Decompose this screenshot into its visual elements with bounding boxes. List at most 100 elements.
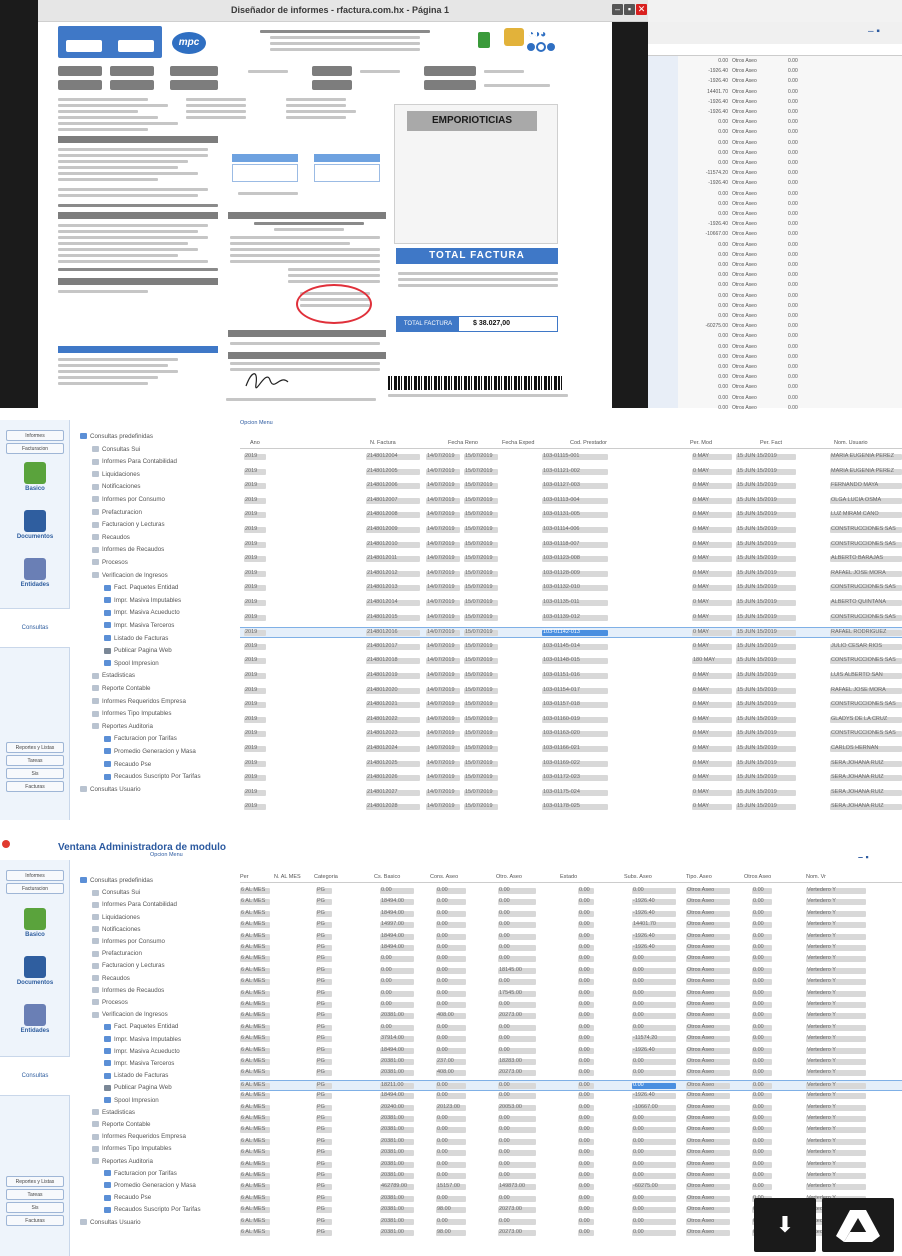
tree-item[interactable]: Facturacion y Lecturas — [92, 961, 165, 970]
tree-item[interactable]: Prefacturacion — [92, 508, 142, 517]
tree-item[interactable]: Verificacion de Ingresos — [92, 1010, 168, 1019]
sidebar-button[interactable]: Sis — [6, 1202, 64, 1213]
column-header[interactable]: N. Factura — [370, 440, 396, 446]
tree-item[interactable]: Spool Impresion — [104, 1096, 159, 1105]
tree-item[interactable]: Impr. Masiva Terceros — [104, 621, 174, 630]
table-row[interactable]: 6 AL MES PG 20381.00 0.00 0.00 0.00 0.00 Otros … — [240, 1137, 902, 1148]
tree-item[interactable]: Notificaciones — [92, 925, 141, 934]
tree-item[interactable]: Recaudos — [92, 974, 130, 983]
table-row[interactable]: 6 AL MES PG 14997.00 0.00 0.00 0.00 14401.70 Ot… — [240, 920, 902, 931]
table-row[interactable]: 6 AL MES PG 20381.00 408.00 20273.00 0.00 0.00… — [240, 1068, 902, 1079]
sidebar-button[interactable]: Sis — [6, 768, 64, 779]
tree-item[interactable]: Reportes Auditoria — [92, 722, 153, 731]
tree-item[interactable]: Informes Tipo Imputables — [92, 1144, 171, 1153]
table-row[interactable]: 6 AL MES PG 18494.00 0.00 0.00 0.00 -1926.40 Ot… — [240, 943, 902, 954]
table-row[interactable]: 2019 2148012008 14/07/2019 15/07/2019 103-01… — [240, 510, 902, 521]
table-row[interactable]: 2019 2148012018 14/07/2019 15/07/2019 103-01… — [240, 656, 902, 667]
tree-item[interactable]: Consultas Sui — [92, 888, 140, 897]
table-row[interactable]: 6 AL MES PG 20240.00 20123.00 20053.00 0.00 -1… — [240, 1103, 902, 1114]
column-header[interactable]: Categoria — [314, 874, 338, 880]
tree-item[interactable]: Publicar Pagina Web — [104, 1083, 172, 1092]
table-row[interactable]: 2019 2148012016 14/07/2019 15/07/2019 103-01… — [240, 627, 902, 639]
table-row[interactable]: 2019 2148012027 14/07/2019 15/07/2019 103-01… — [240, 788, 902, 799]
window-controls[interactable]: – ▪ — [858, 852, 869, 862]
table-row[interactable]: 2019 2148012020 14/07/2019 15/07/2019 103-01… — [240, 686, 902, 697]
tree-item[interactable]: Procesos — [92, 558, 128, 567]
table-row[interactable]: 6 AL MES PG 18494.00 0.00 0.00 0.00 -1926.40 Ot… — [240, 1091, 902, 1102]
tree-item[interactable]: Informes Requeridos Empresa — [92, 1132, 186, 1141]
column-header[interactable]: Estado — [560, 874, 577, 880]
sidebar-active-section[interactable]: Consultas — [0, 608, 70, 648]
tree-item[interactable]: Impr. Masiva Acueducto — [104, 1047, 180, 1056]
tree-item[interactable]: Publicar Pagina Web — [104, 646, 172, 655]
table-row[interactable]: 2019 2148012015 14/07/2019 15/07/2019 103-01… — [240, 613, 902, 624]
sidebar-active-section[interactable]: Consultas — [0, 1056, 70, 1096]
table-row[interactable]: 6 AL MES PG 0.00 0.00 0.00 0.00 0.00 Otros Aseo… — [240, 1023, 902, 1034]
table-row[interactable]: 6 AL MES PG 20381.00 0.00 0.00 0.00 0.00 Otros … — [240, 1171, 902, 1182]
sidebar-button[interactable]: Facturas — [6, 781, 64, 792]
tree-item[interactable]: Recaudos — [92, 533, 130, 542]
tree-item[interactable]: Estadisticas — [92, 671, 135, 680]
tree-item[interactable]: Impr. Masiva Terceros — [104, 1059, 174, 1068]
table-row[interactable]: 6 AL MES PG 20381.00 408.00 20273.00 0.00 0.00… — [240, 1011, 902, 1022]
sidebar-button[interactable]: Facturacion — [6, 883, 64, 894]
tree-item[interactable]: Informes Para Contabilidad — [92, 900, 177, 909]
menu-option-label[interactable]: Opcion Menu — [150, 852, 183, 858]
drive-button[interactable] — [822, 1198, 894, 1252]
table-row[interactable]: 2019 2148012024 14/07/2019 15/07/2019 103-01… — [240, 744, 902, 755]
sidebar-button[interactable]: Tareas — [6, 1189, 64, 1200]
table-row[interactable]: 2019 2148012023 14/07/2019 15/07/2019 103-01… — [240, 729, 902, 740]
column-header[interactable]: Otro. Aseo — [496, 874, 522, 880]
sidebar-button[interactable]: Informes — [6, 870, 64, 881]
tree-item[interactable]: Verificacion de Ingresos — [92, 571, 168, 580]
table-row[interactable]: 6 AL MES PG 20381.00 0.00 0.00 0.00 0.00 Otros … — [240, 1114, 902, 1125]
tree-item[interactable]: Listado de Facturas — [104, 1071, 168, 1080]
column-header[interactable]: Fecha Reno — [448, 440, 478, 446]
tree-item[interactable]: Consultas Usuario — [80, 1218, 141, 1227]
column-header[interactable]: Cs. Basico — [374, 874, 400, 880]
table-row[interactable]: 6 AL MES PG 20381.00 237.00 18283.00 0.00 0.00… — [240, 1057, 902, 1068]
tree-item[interactable]: Notificaciones — [92, 482, 141, 491]
sidebar-nav-item[interactable]: Documentos — [8, 954, 62, 1000]
tree-item[interactable]: Spool Impresion — [104, 659, 159, 668]
tree-item[interactable]: Facturacion por Tarifas — [104, 734, 177, 743]
sidebar-button[interactable]: Reportes y Listas — [6, 742, 64, 753]
tree-item[interactable]: Consultas predefinidas — [80, 876, 153, 885]
table-row[interactable]: 2019 2148012004 14/07/2019 15/07/2019 103-01… — [240, 452, 902, 463]
column-header[interactable]: Subs. Aseo — [624, 874, 652, 880]
sidebar-button[interactable]: Reportes y Listas — [6, 1176, 64, 1187]
tree-item[interactable]: Fact. Paquetes Entidad — [104, 1022, 178, 1031]
menu-option-label[interactable]: Opcion Menu — [240, 420, 273, 426]
tree-item[interactable]: Procesos — [92, 998, 128, 1007]
column-header[interactable]: Otros Aseo — [744, 874, 771, 880]
column-header[interactable]: Per — [240, 874, 249, 880]
column-header[interactable]: Nom. Usuario — [834, 440, 868, 446]
table-row[interactable]: 2019 2148012009 14/07/2019 15/07/2019 103-01… — [240, 525, 902, 536]
column-header[interactable]: Nom. Vr — [806, 874, 826, 880]
table-row[interactable]: 6 AL MES PG 0.00 0.00 17545.00 0.00 0.00 Otros … — [240, 989, 902, 1000]
table-row[interactable]: 6 AL MES PG 18494.00 0.00 0.00 0.00 -1926.40 Ot… — [240, 1046, 902, 1057]
table-row[interactable]: 6 AL MES PG 20381.00 0.00 0.00 0.00 0.00 Otros … — [240, 1160, 902, 1171]
table-row[interactable]: 2019 2148012007 14/07/2019 15/07/2019 103-01… — [240, 496, 902, 507]
sidebar-button[interactable]: Facturacion — [6, 443, 64, 454]
table-row[interactable]: 6 AL MES PG 462789.00 15157.00 149873.00 0.00… — [240, 1182, 902, 1193]
close-button[interactable]: ✕ — [636, 4, 647, 15]
tree-item[interactable]: Informes por Consumo — [92, 937, 165, 946]
tree-item[interactable]: Reporte Contable — [92, 684, 151, 693]
tree-item[interactable]: Recaudo Pse — [104, 760, 151, 769]
column-header[interactable]: Tipo. Aseo — [686, 874, 712, 880]
table-row[interactable]: 6 AL MES PG 0.00 0.00 18145.00 0.00 0.00 Otros … — [240, 966, 902, 977]
tree-item[interactable]: Recaudos Suscripto Por Tarifas — [104, 772, 201, 781]
sidebar-button[interactable]: Informes — [6, 430, 64, 441]
tree-item[interactable]: Recaudo Pse — [104, 1193, 151, 1202]
table-row[interactable]: 2019 2148012022 14/07/2019 15/07/2019 103-01… — [240, 715, 902, 726]
column-header[interactable]: N. AL MES — [274, 874, 301, 880]
tree-item[interactable]: Prefacturacion — [92, 949, 142, 958]
tree-item[interactable]: Facturacion y Lecturas — [92, 520, 165, 529]
tree-item[interactable]: Reportes Auditoria — [92, 1157, 153, 1166]
table-row[interactable]: 6 AL MES PG 0.00 0.00 0.00 0.00 0.00 Otros Aseo… — [240, 954, 902, 965]
tree-item[interactable]: Fact. Paquetes Entidad — [104, 583, 178, 592]
table-row[interactable]: 2019 2148012025 14/07/2019 15/07/2019 103-01… — [240, 759, 902, 770]
table-row[interactable]: 6 AL MES PG 18494.00 0.00 0.00 0.00 -1926.40 Ot… — [240, 909, 902, 920]
sidebar-nav-item[interactable]: Basico — [8, 906, 62, 952]
